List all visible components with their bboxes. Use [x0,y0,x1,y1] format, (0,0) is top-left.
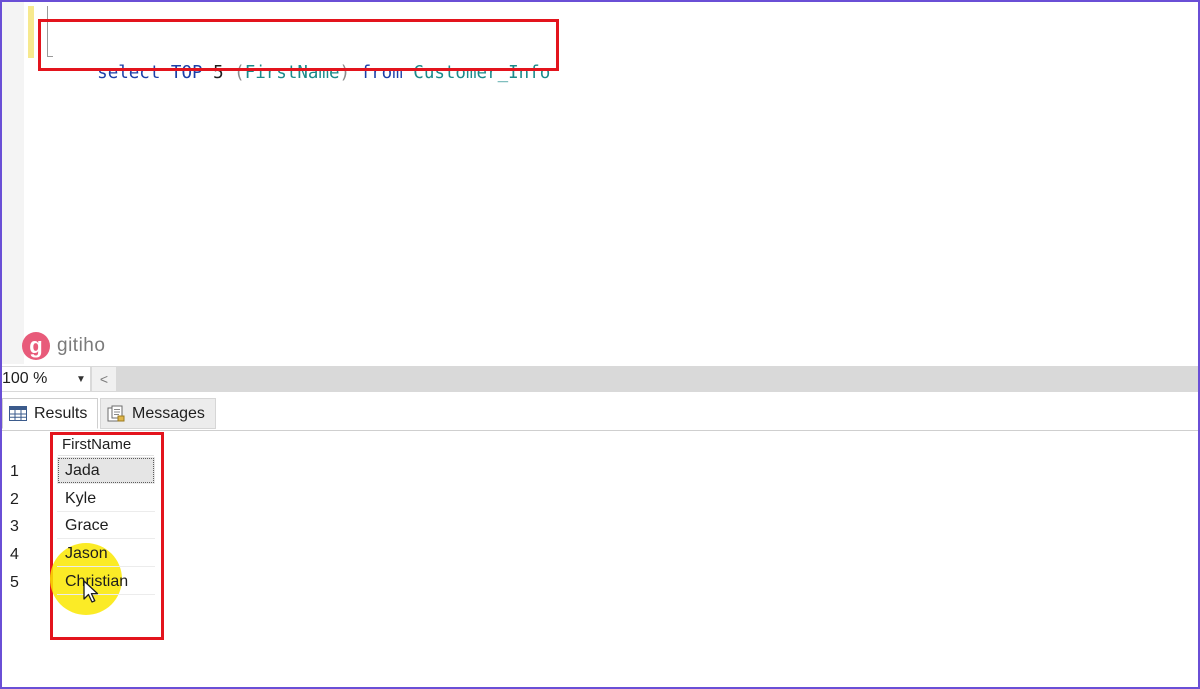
table-cell-firstname[interactable]: Kyle [57,485,155,512]
row-number[interactable]: 4 [10,540,40,567]
zoom-value: 100 % [2,370,48,387]
table-cell-firstname[interactable]: Grace [57,512,155,539]
results-tabstrip: Results Messages [2,392,1198,431]
scroll-left-icon[interactable]: < [92,367,116,391]
table-row[interactable]: 2 Kyle [2,485,162,512]
gitiho-watermark: g gitiho [22,331,105,361]
table-row[interactable]: 5 Christian [2,568,162,595]
tab-messages-label: Messages [132,404,205,422]
table-cell-firstname[interactable]: Christian [57,568,155,595]
tab-results-label: Results [34,404,88,422]
row-number[interactable]: 3 [10,512,40,539]
query-highlight-box [38,19,559,71]
table-cell-firstname[interactable]: Jason [57,540,155,567]
row-number[interactable]: 1 [10,457,40,484]
row-number[interactable]: 2 [10,485,40,512]
gitiho-logo-icon: g [22,332,50,360]
changed-line-marker [28,6,34,58]
zoom-bar: 100 % ▼ < [2,366,1198,392]
editor-gutter [2,2,24,364]
table-cell-firstname[interactable]: Jada [57,457,155,484]
table-row[interactable]: 3 Grace [2,512,162,539]
table-row[interactable]: 4 Jason [2,540,162,567]
query-editor[interactable]: select TOP 5 (FirstName) from Customer_I… [2,2,1198,364]
gitiho-logo-text: gitiho [57,335,106,356]
messages-icon [107,405,125,422]
mouse-pointer-icon [83,580,99,603]
tab-results[interactable]: Results [2,398,98,429]
zoom-select[interactable]: 100 % ▼ [2,367,90,391]
chevron-down-icon[interactable]: ▼ [72,374,90,385]
row-number[interactable]: 5 [10,568,40,595]
table-row[interactable]: 1 Jada [2,457,162,484]
tab-messages[interactable]: Messages [100,398,216,429]
results-grid[interactable]: FirstName 1 Jada 2 Kyle 3 Grace 4 Jason … [2,431,1198,687]
grid-table-icon [9,406,27,421]
